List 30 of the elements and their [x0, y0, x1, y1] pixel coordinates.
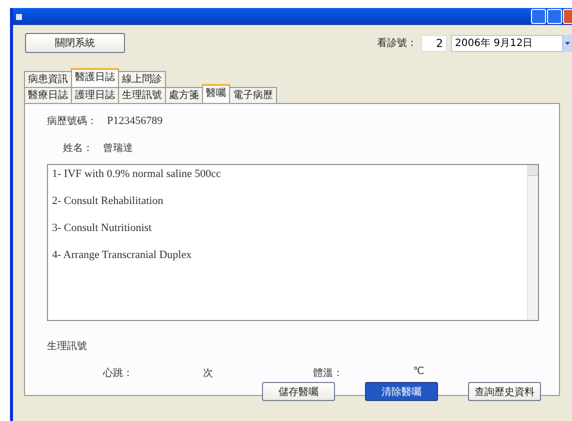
record-number-label: 病歷號碼：: [47, 114, 97, 128]
tab[interactable]: 醫護日誌: [71, 68, 119, 87]
action-button[interactable]: 查詢歷史資料: [468, 382, 541, 401]
close-system-button[interactable]: 關閉系統: [25, 33, 125, 53]
tab[interactable]: 處方箋: [165, 87, 203, 103]
tab[interactable]: 生理訊號: [118, 87, 166, 103]
name-label: 姓名：: [63, 142, 93, 155]
tab[interactable]: 線上問診: [118, 71, 166, 87]
temperature-label: 體溫：: [313, 367, 344, 380]
visit-number-field[interactable]: 2: [421, 34, 447, 52]
record-number: P123456789: [107, 115, 163, 127]
order-item[interactable]: 2- Consult Rehabilitation: [52, 195, 523, 222]
action-button[interactable]: 清除醫囑: [365, 382, 438, 401]
patient-name: 曾瑞達: [103, 142, 133, 155]
tab[interactable]: 醫囑: [202, 84, 230, 103]
heart-rate-label: 心跳：: [103, 366, 134, 380]
visit-number-label: 看診號：: [377, 36, 417, 50]
temperature-unit: ℃: [413, 366, 426, 379]
heart-rate-unit: 次: [203, 367, 214, 380]
tab[interactable]: 電子病歷: [229, 87, 277, 103]
tab[interactable]: 護理日誌: [71, 87, 119, 103]
vitals-title: 生理訊號: [47, 340, 88, 353]
tab[interactable]: 醫療日誌: [24, 87, 72, 103]
order-item[interactable]: 4- Arrange Transcranial Duplex: [52, 249, 523, 276]
date-picker[interactable]: 2006年 9月12日: [451, 34, 563, 52]
orders-list[interactable]: 1- IVF with 0.9% normal saline 500cc 2- Consult Rehabilitation 3- Consult Nutritionist 4- Arrange Transcranial Duplex: [47, 164, 539, 321]
order-item[interactable]: 1- IVF with 0.9% normal saline 500cc: [52, 168, 523, 195]
order-item[interactable]: 3- Consult Nutritionist: [52, 222, 523, 249]
action-button[interactable]: 儲存醫囑: [262, 382, 335, 401]
tab[interactable]: 病患資訊: [24, 71, 72, 87]
